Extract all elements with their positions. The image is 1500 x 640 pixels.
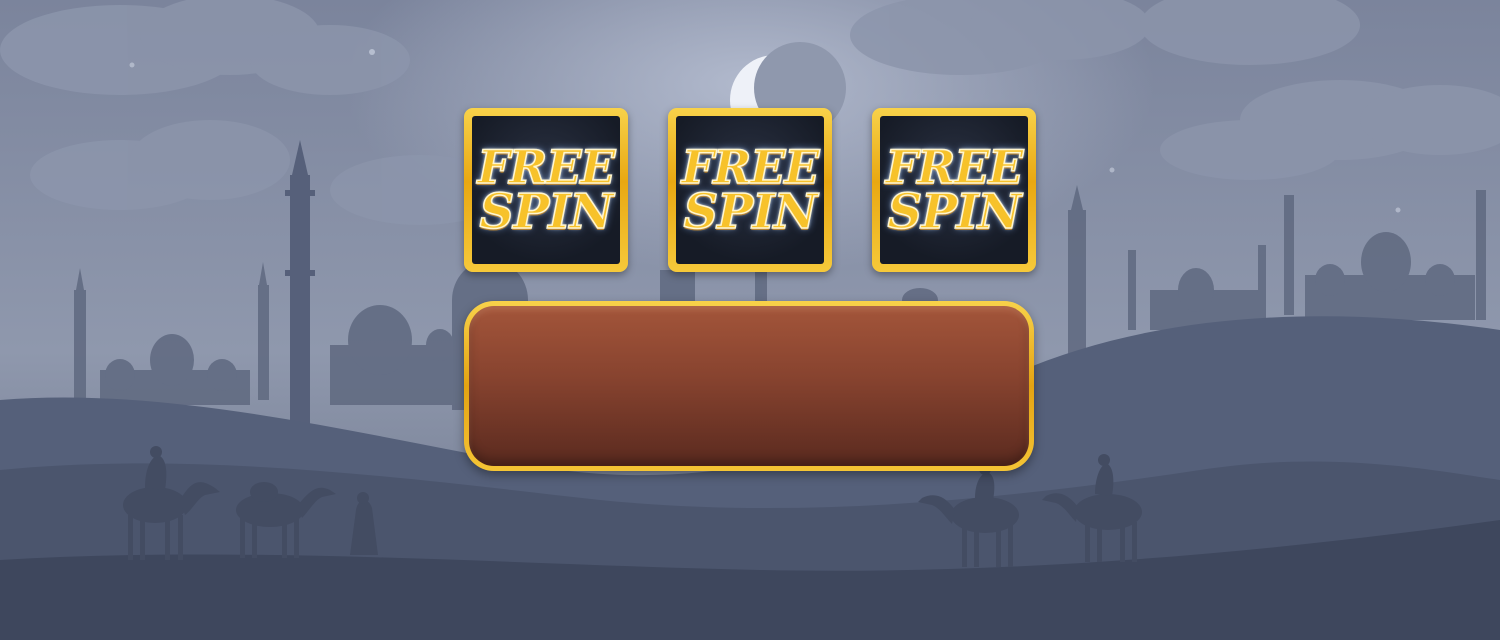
symbol-line2: SPIN — [479, 184, 615, 241]
free-spin-symbol: FREE SPIN — [676, 116, 824, 264]
free-spin-symbol: FREE SPIN — [472, 116, 620, 264]
result-panel-body — [469, 306, 1029, 466]
free-spin-symbol-tile-3: FREE SPIN — [872, 108, 1036, 272]
symbol-line1: FREE — [681, 139, 821, 194]
symbol-line1: FREE — [477, 139, 617, 194]
result-panel — [464, 301, 1034, 471]
free-spin-symbol: FREE SPIN — [880, 116, 1028, 264]
free-spin-symbol-tile-2: FREE SPIN — [668, 108, 832, 272]
symbol-line2: SPIN — [887, 184, 1023, 241]
symbol-line2: SPIN — [683, 184, 819, 241]
symbol-line1: FREE — [885, 139, 1025, 194]
free-spin-symbol-tile-1: FREE SPIN — [464, 108, 628, 272]
